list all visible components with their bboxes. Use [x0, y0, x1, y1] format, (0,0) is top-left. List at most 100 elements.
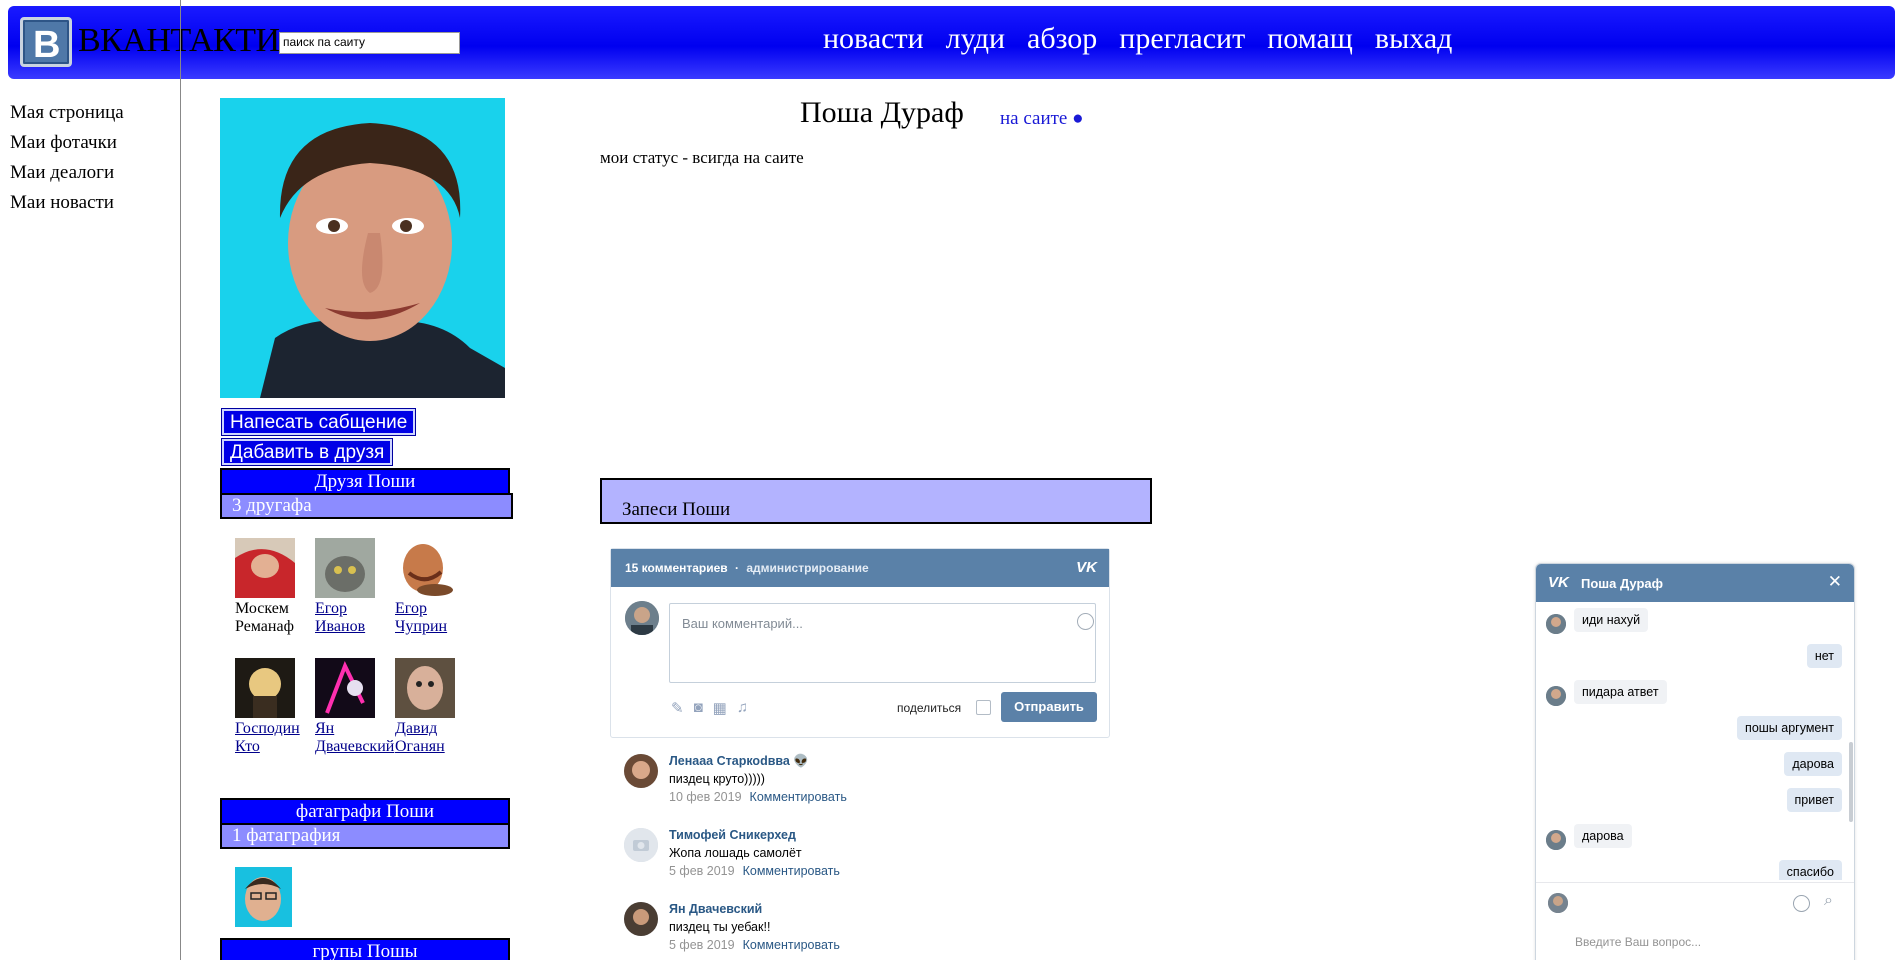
comment-date[interactable]: 5 фев 2019 [669, 938, 735, 952]
profile-photo[interactable] [220, 98, 505, 398]
brush-icon[interactable]: ✎ [671, 699, 684, 717]
admin-link[interactable]: администрирование [746, 561, 868, 575]
video-icon[interactable]: ▦ [713, 699, 727, 717]
menu-my-photos[interactable]: Маи фотачки [10, 128, 124, 158]
online-status: на саите ● [1000, 108, 1084, 129]
music-icon[interactable]: ♫ [737, 699, 748, 717]
top-nav: новасти луди абзор преглаcит помащ выхад [823, 22, 1474, 56]
friends-header[interactable]: Друзя Поши [220, 468, 510, 495]
reply-link[interactable]: Комментировать [743, 938, 840, 952]
vk-logo[interactable]: В [20, 17, 72, 67]
comment-text: пиздец круто))))) [669, 772, 765, 786]
user-status-text[interactable]: мои статус - всигда на саите [600, 148, 804, 168]
logo-letter-icon: В [33, 24, 60, 62]
friend-first-name: Москем [235, 600, 289, 617]
svg-text:В: В [33, 24, 60, 62]
smile-icon[interactable] [1077, 613, 1094, 630]
friend-avatar[interactable] [235, 538, 295, 598]
message-incoming: дарова [1574, 824, 1632, 848]
smile-icon[interactable] [1793, 895, 1810, 912]
message-incoming: пидара атвет [1574, 680, 1667, 704]
camera-icon[interactable]: ◙ [694, 699, 703, 717]
close-icon[interactable]: ✕ [1828, 572, 1842, 592]
comment-input[interactable]: Ваш комментарий... [669, 603, 1096, 683]
attachment-toolbar: ✎ ◙ ▦ ♫ [671, 699, 748, 717]
message-outgoing: спасибо [1778, 860, 1842, 880]
friend-first-name[interactable]: Ян [315, 720, 334, 737]
comment-author[interactable]: Ленааа Старкоdвва 👽 [669, 752, 847, 770]
friend-card[interactable]: Москем Реманаф [235, 538, 325, 636]
friend-first-name[interactable]: Давид [395, 720, 437, 737]
chat-scrollbar[interactable] [1849, 742, 1853, 822]
photos-header[interactable]: фатаграфи Поши [220, 798, 510, 825]
chat-input[interactable]: Введите Ваш вопрос... [1575, 935, 1701, 949]
menu-my-news[interactable]: Маи новасти [10, 188, 124, 218]
menu-my-dialogs[interactable]: Маи деалоги [10, 158, 124, 188]
friend-first-name[interactable]: Егор [395, 600, 427, 617]
comment-author[interactable]: Тимофей Сникерхед [669, 826, 840, 844]
write-message-button[interactable]: Напесать сабщение [220, 408, 417, 436]
comment-text: пиздец ты уебак!! [669, 920, 771, 934]
nav-people[interactable]: луди [946, 22, 1005, 56]
chat-title: Поша Дураф [1581, 576, 1663, 591]
comments-count[interactable]: 15 комментариев [625, 561, 728, 575]
comment-date[interactable]: 5 фев 2019 [669, 864, 735, 878]
nav-invite[interactable]: преглаcит [1119, 22, 1245, 56]
friend-card[interactable]: Егор Иванов [315, 538, 405, 636]
photo-thumbnail[interactable] [235, 867, 292, 927]
friend-last-name[interactable]: Кто [235, 738, 260, 755]
separator: · [735, 561, 740, 575]
add-friend-button[interactable]: Дабавить в друзя [220, 438, 394, 466]
nav-logout[interactable]: выхад [1375, 22, 1453, 56]
reply-link[interactable]: Комментировать [743, 864, 840, 878]
nav-news[interactable]: новасти [823, 22, 924, 56]
chat-messages[interactable]: иди нахуй нет пидара атвет пошы аргумент… [1536, 602, 1854, 880]
column-divider [180, 0, 181, 960]
message-outgoing: привет [1786, 788, 1842, 812]
friend-first-name[interactable]: Господин [235, 720, 300, 737]
profile-name: Поша Дураф [800, 96, 964, 129]
friend-card[interactable]: Господин Кто [235, 658, 325, 756]
comment-text: Жопа лошадь самолёт [669, 846, 802, 860]
vk-icon[interactable]: VK [1076, 559, 1097, 576]
photos-count: 1 фатаграфия [220, 823, 510, 849]
chat-header[interactable]: VK Поша Дураф ✕ [1536, 564, 1854, 602]
send-button[interactable]: Отправить [1001, 692, 1097, 722]
share-checkbox[interactable] [976, 700, 991, 715]
friend-card[interactable]: Давид Оганян [395, 658, 485, 756]
comment-avatar[interactable] [624, 828, 658, 862]
friend-last-name[interactable]: Двачевский [315, 738, 394, 755]
friends-count: 3 другафа [220, 493, 513, 519]
menu-my-page[interactable]: Мая строница [10, 98, 124, 128]
chat-widget: VK Поша Дураф ✕ иди нахуй нет пидара атв… [1535, 563, 1855, 960]
current-user-avatar [1548, 893, 1568, 913]
attach-icon[interactable]: ⌕ [1824, 892, 1833, 910]
nav-help[interactable]: помащ [1267, 22, 1353, 56]
nav-overview[interactable]: абзор [1027, 22, 1097, 56]
comment-avatar[interactable] [624, 754, 658, 788]
friend-last-name[interactable]: Чуприн [395, 618, 447, 635]
comment-author[interactable]: Ян Двачевский [669, 900, 840, 918]
friend-last-name[interactable]: Оганян [395, 738, 445, 755]
comments-widget-header: 15 комментариев · администрирование VK [611, 549, 1109, 587]
comment-avatar[interactable] [624, 902, 658, 936]
groups-header[interactable]: грyпы Пошы [220, 938, 510, 960]
friend-avatar[interactable] [395, 538, 455, 598]
friend-last-name[interactable]: Иванов [315, 618, 365, 635]
friend-card[interactable]: Ян Двачевский [315, 658, 405, 756]
friend-first-name[interactable]: Егор [315, 600, 347, 617]
wall-header: Запеси Поши [600, 478, 1152, 524]
chat-compose: ⌕ Введите Ваш вопрос... [1536, 882, 1854, 960]
search-input[interactable]: паиск па саиту [279, 32, 460, 54]
message-outgoing: нет [1806, 644, 1842, 668]
friend-last-name: Реманаф [235, 618, 294, 635]
friend-avatar[interactable] [235, 658, 295, 718]
friend-avatar[interactable] [315, 658, 375, 718]
reply-link[interactable]: Комментировать [750, 790, 847, 804]
friend-avatar[interactable] [395, 658, 455, 718]
comment-date[interactable]: 10 фев 2019 [669, 790, 742, 804]
message-outgoing: пошы аргумент [1737, 716, 1842, 740]
message-outgoing: дарова [1784, 752, 1842, 776]
friend-avatar[interactable] [315, 538, 375, 598]
friend-card[interactable]: Егор Чуприн [395, 538, 485, 636]
